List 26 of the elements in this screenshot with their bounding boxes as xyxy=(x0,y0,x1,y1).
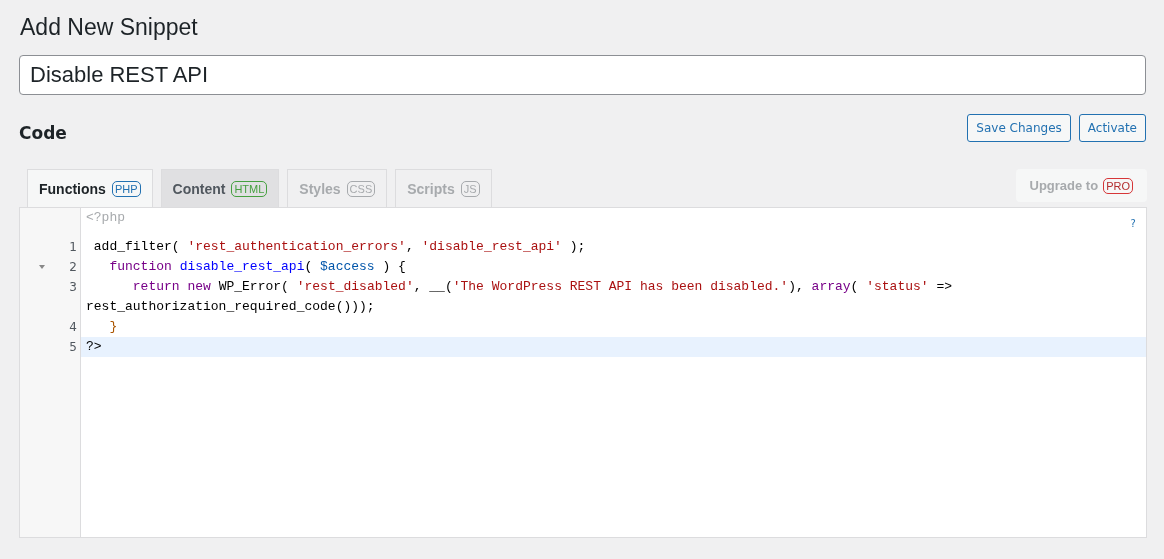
pro-badge: PRO xyxy=(1103,177,1133,194)
line-number: 5 xyxy=(69,339,77,356)
line-number: 2 xyxy=(69,259,77,276)
page-title: Add New Snippet xyxy=(20,14,199,41)
language-badge: CSS xyxy=(346,180,376,197)
fold-arrow-icon[interactable] xyxy=(39,265,45,269)
action-button[interactable]: Activate xyxy=(1078,114,1146,142)
editor-tab[interactable]: Content HTML xyxy=(160,169,280,207)
language-badge: PHP xyxy=(111,181,141,197)
language-badge: HTML xyxy=(231,180,268,197)
editor-tab[interactable]: Functions PHP xyxy=(27,169,153,208)
action-button[interactable]: Save Changes xyxy=(967,114,1071,142)
line-number: 1 xyxy=(69,239,77,256)
title-field[interactable]: Disable REST API xyxy=(19,55,1146,95)
code-line: ?> xyxy=(86,339,102,354)
upgrade-button[interactable]: Upgrade to PRO xyxy=(1015,169,1147,202)
code-line: <?php xyxy=(86,210,125,225)
line-number: 4 xyxy=(69,319,77,336)
code-line: } xyxy=(108,319,118,334)
code-line: function disable_rest_api( $access ) { xyxy=(108,259,406,274)
section-label: Code xyxy=(19,123,67,143)
help-link[interactable]: ? xyxy=(1129,218,1136,229)
line-number: 3 xyxy=(69,279,77,296)
code-line: add_filter( 'rest_authentication_errors', 'disable_rest_api' ); xyxy=(92,239,586,254)
code-line: return new WP_Error( 'rest_disabled', __('The WordPress REST API has been disabled.'), array( 'status' => rest_authorization_required_code())); xyxy=(86,279,954,314)
language-badge: JS xyxy=(460,180,480,197)
